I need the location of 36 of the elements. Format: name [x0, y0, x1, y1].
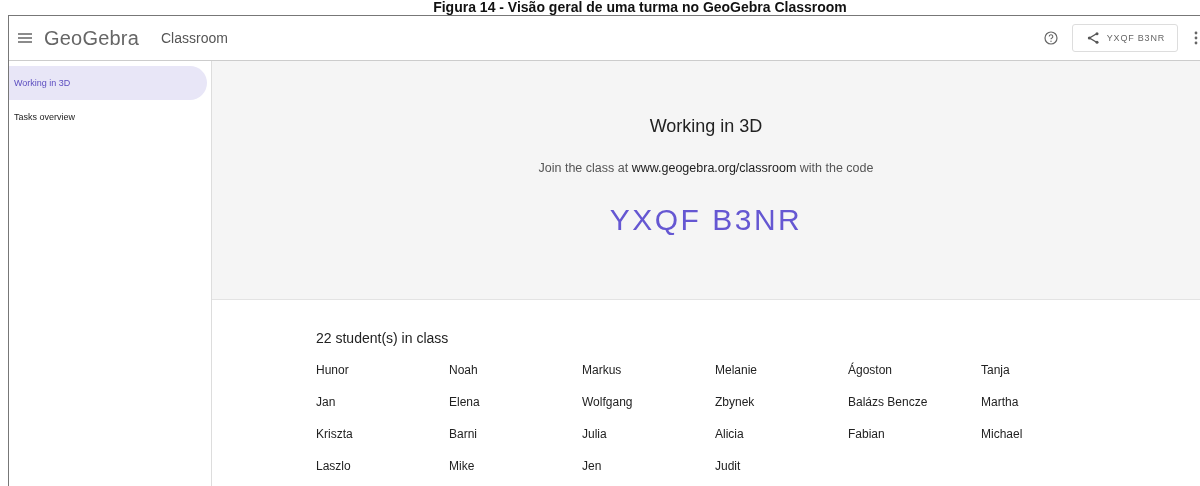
student-name: Wolfgang [582, 394, 634, 411]
student-name: Elena [449, 394, 481, 411]
figure-caption: Figura 14 - Visão geral de uma turma no GeoGebra Classroom [432, 0, 848, 15]
sidebar-item[interactable]: Working in 3D [9, 66, 207, 100]
student-count: 22 student(s) in class [316, 330, 450, 346]
student-name: Kriszta [316, 426, 354, 443]
student-name: Balázs Bencze [848, 394, 929, 411]
more-options-icon[interactable] [1194, 31, 1198, 45]
share-icon [1086, 32, 1099, 44]
sidebar-item[interactable]: Tasks overview [9, 100, 207, 134]
student-name: Julia [582, 426, 608, 443]
student-name: Fabian [848, 426, 886, 443]
student-name: Jan [316, 394, 337, 411]
class-code: YXQF B3NR [609, 203, 803, 237]
app-name: Classroom [161, 30, 228, 46]
student-name: Martha [981, 394, 1020, 411]
student-name: Tanja [981, 362, 1011, 379]
student-name: Noah [449, 362, 479, 379]
menu-icon[interactable] [18, 33, 32, 43]
student-name: Melanie [715, 362, 759, 379]
logo[interactable]: GeoGebra [44, 26, 139, 50]
join-instructions: Join the class at www.geogebra.org/classroom with the code [538, 161, 874, 175]
student-name: Alicia [715, 426, 745, 443]
student-name: Ágoston [848, 361, 894, 379]
student-name: Mike [449, 458, 476, 475]
class-title: Working in 3D [649, 116, 763, 137]
student-name: Zbynek [715, 394, 756, 411]
student-name: Hunor [316, 362, 350, 379]
student-name: Jen [582, 458, 603, 475]
student-name: Michael [981, 426, 1024, 443]
student-name: Barni [449, 426, 478, 443]
help-icon[interactable] [1043, 31, 1058, 45]
student-name: Laszlo [316, 458, 352, 475]
student-name: Judit [715, 458, 742, 475]
share-code-button[interactable]: YXQF B3NR [1071, 24, 1178, 52]
student-name: Markus [582, 362, 623, 379]
